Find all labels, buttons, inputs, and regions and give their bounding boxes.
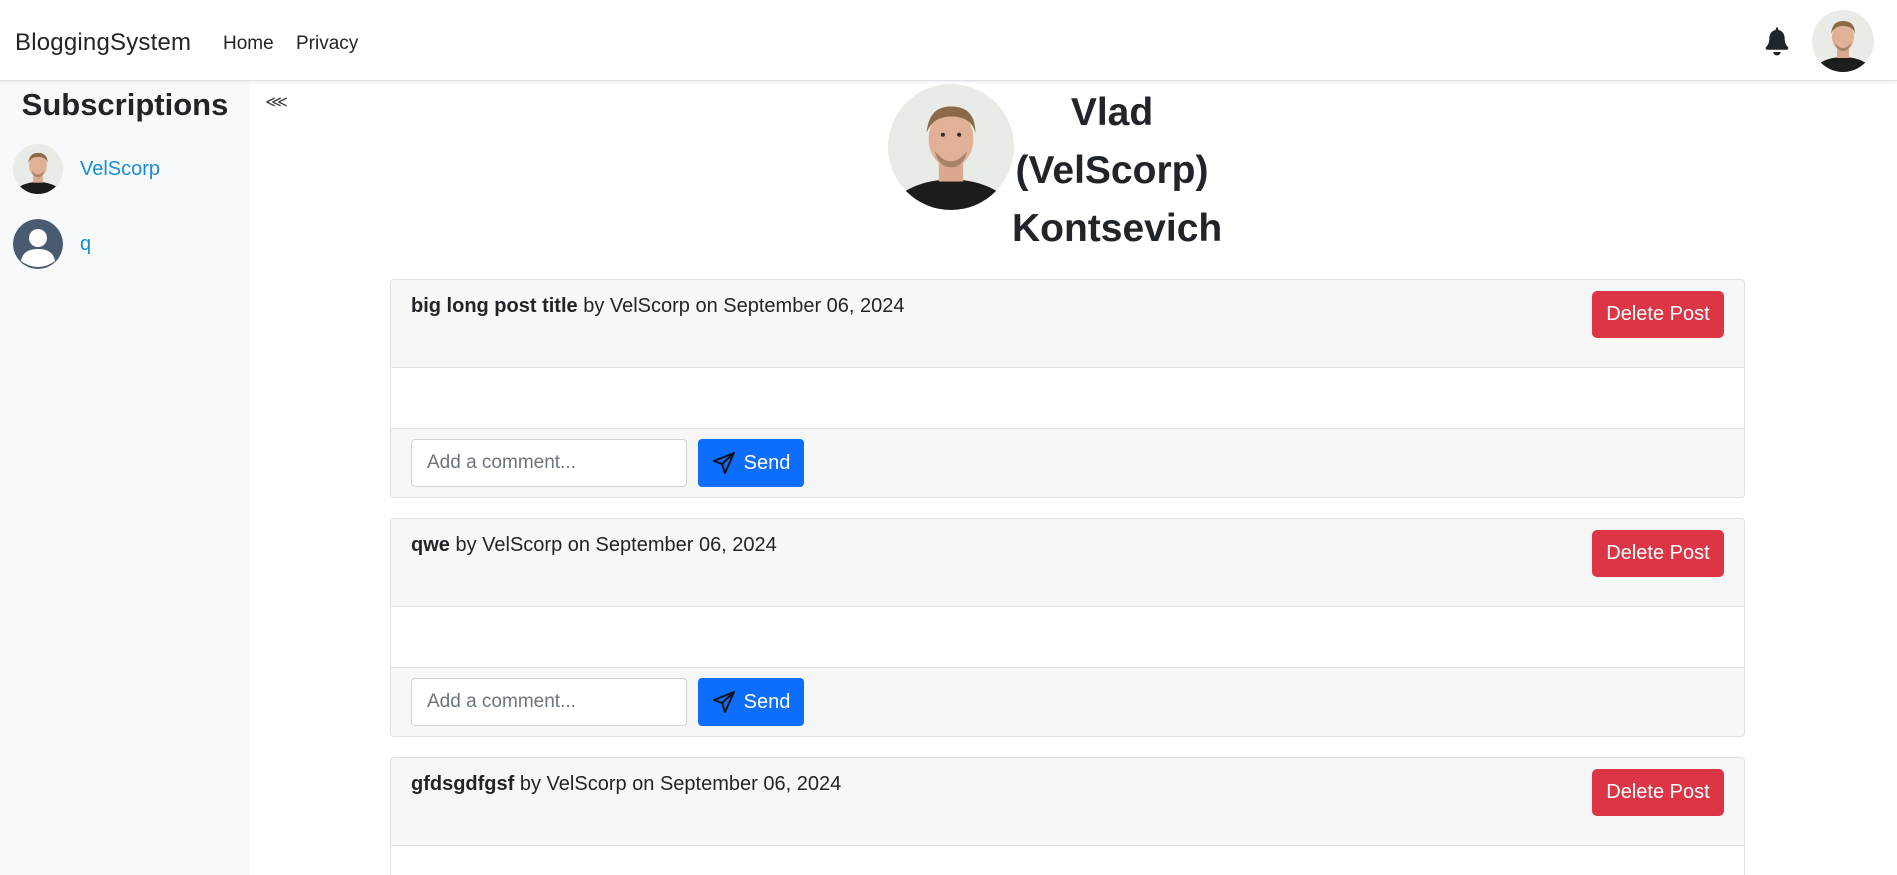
comment-input[interactable] <box>411 678 687 726</box>
post-header: big long post title by VelScorp on Septe… <box>391 280 1744 368</box>
post-body <box>391 607 1744 668</box>
collapse-sidebar-icon[interactable]: ⋘ <box>264 92 288 111</box>
nav-link-privacy[interactable]: Privacy <box>296 33 358 55</box>
send-label: Send <box>743 690 791 713</box>
subscription-link[interactable]: VelScorp <box>80 158 160 181</box>
sidebar-title: Subscriptions <box>21 87 229 122</box>
comment-input[interactable] <box>411 439 687 487</box>
send-comment-button[interactable]: Send <box>698 439 804 487</box>
subscription-item-q[interactable]: q <box>13 219 91 269</box>
subscription-link[interactable]: q <box>80 233 91 256</box>
bell-icon[interactable] <box>1762 24 1792 56</box>
top-navbar: BloggingSystem Home Privacy <box>0 0 1897 81</box>
send-comment-button[interactable]: Send <box>698 678 804 726</box>
post-card: big long post title by VelScorp on Septe… <box>390 279 1745 498</box>
post-title: qwe <box>411 534 450 556</box>
post-body <box>391 368 1744 429</box>
profile-first-name: Vlad <box>1070 91 1154 134</box>
post-title: big long post title <box>411 295 578 317</box>
profile-last-name: Kontsevich <box>1012 207 1223 250</box>
profile-username: (VelScorp) <box>1015 149 1209 192</box>
photo-avatar <box>13 144 63 194</box>
send-label: Send <box>743 451 791 474</box>
post-meta: big long post title by VelScorp on Septe… <box>411 295 905 318</box>
post-meta: qwe by VelScorp on September 06, 2024 <box>411 534 777 557</box>
profile-avatar <box>888 84 1014 210</box>
post-footer: Send <box>391 668 1744 736</box>
delete-post-button[interactable]: Delete Post <box>1592 769 1724 816</box>
delete-post-button[interactable]: Delete Post <box>1592 530 1724 577</box>
post-title: gfdsgdfgsf <box>411 773 515 795</box>
subscriptions-sidebar: Subscriptions VelScorp q <box>0 81 250 875</box>
nav-link-home[interactable]: Home <box>223 33 274 55</box>
brand-link[interactable]: BloggingSystem <box>15 29 191 57</box>
send-icon <box>712 452 735 474</box>
user-avatar[interactable] <box>1812 10 1874 72</box>
profile-full-name: Vlad (VelScorp) Kontsevich <box>1012 84 1223 258</box>
post-byline: by VelScorp on September 06, 2024 <box>577 295 905 317</box>
delete-post-button[interactable]: Delete Post <box>1592 291 1724 338</box>
post-byline: by VelScorp on September 06, 2024 <box>449 534 777 556</box>
post-footer: Send <box>391 429 1744 497</box>
post-card: qwe by VelScorp on September 06, 2024 De… <box>390 518 1745 737</box>
post-header: qwe by VelScorp on September 06, 2024 De… <box>391 519 1744 607</box>
default-user-avatar <box>13 219 63 269</box>
send-icon <box>712 691 735 713</box>
subscription-item-velscorp[interactable]: VelScorp <box>13 144 160 194</box>
post-card: gfdsgdfgsf by VelScorp on September 06, … <box>390 757 1745 875</box>
post-header: gfdsgdfgsf by VelScorp on September 06, … <box>391 758 1744 846</box>
post-meta: gfdsgdfgsf by VelScorp on September 06, … <box>411 773 841 796</box>
post-byline: by VelScorp on September 06, 2024 <box>514 773 842 795</box>
